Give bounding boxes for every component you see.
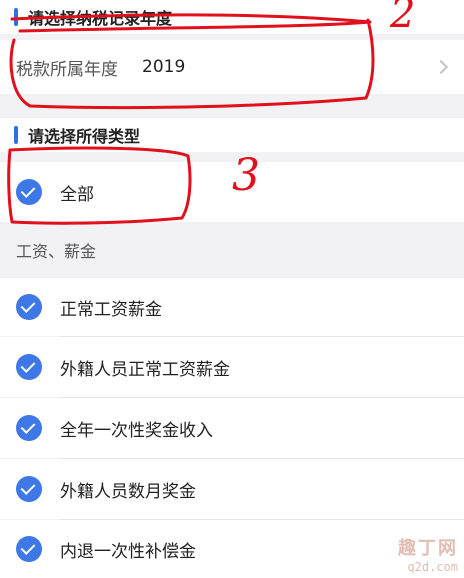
chevron-right-icon: [433, 59, 449, 75]
option-item[interactable]: 正常工资薪金: [0, 278, 464, 336]
section-header-year: 请选择纳税记录年度: [0, 0, 464, 34]
tax-year-value: 2019: [142, 57, 186, 77]
checkmark-icon: [16, 354, 42, 380]
option-label: 正常工资薪金: [60, 299, 162, 320]
option-item[interactable]: 内退一次性补偿金: [0, 520, 464, 578]
section-title-year: 请选择纳税记录年度: [28, 9, 173, 28]
watermark-line2: q2d.com: [407, 560, 458, 574]
checkmark-icon: [16, 536, 42, 562]
checkmark-icon: [16, 179, 42, 205]
option-label: 外籍人员数月奖金: [60, 481, 196, 502]
option-label: 内退一次性补偿金: [60, 541, 196, 562]
watermark: 趣丁网 q2d.com: [398, 534, 458, 574]
group-label-wages: 工资、薪金: [0, 222, 464, 278]
checkmark-icon: [16, 294, 42, 320]
watermark-line1: 趣丁网: [398, 538, 458, 559]
option-item[interactable]: 全年一次性奖金收入: [0, 398, 464, 458]
option-label: 全年一次性奖金收入: [60, 420, 213, 441]
option-label: 全部: [60, 184, 94, 205]
checkmark-icon: [16, 476, 42, 502]
section-header-income-type: 请选择所得类型: [0, 118, 464, 152]
tax-year-selector[interactable]: 税款所属年度 2019: [0, 40, 464, 94]
section-title-income-type: 请选择所得类型: [28, 127, 141, 146]
option-label: 外籍人员正常工资薪金: [60, 359, 230, 380]
option-item[interactable]: 外籍人员正常工资薪金: [0, 337, 464, 397]
accent-bar: [14, 8, 18, 26]
tax-year-label: 税款所属年度: [16, 59, 118, 80]
option-item[interactable]: 外籍人员数月奖金: [0, 459, 464, 519]
accent-bar: [14, 126, 18, 144]
checkmark-icon: [16, 415, 42, 441]
option-all[interactable]: 全部: [0, 162, 464, 222]
